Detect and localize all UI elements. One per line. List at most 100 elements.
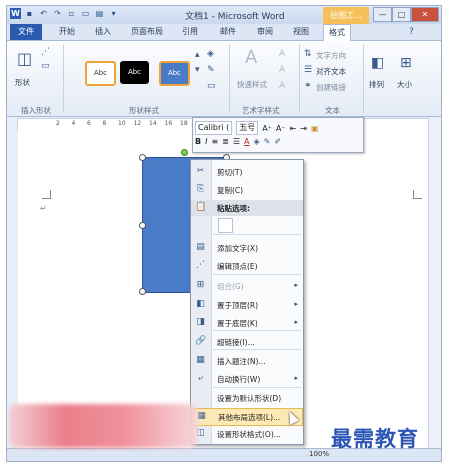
shape-effects-icon[interactable]: ▭: [207, 81, 216, 91]
zoom-level[interactable]: 100%: [309, 450, 329, 458]
scroll-down-icon[interactable]: ▾: [195, 65, 200, 75]
context-menu-item[interactable]: ◨ 置于底层(K) ▸: [191, 315, 303, 331]
scroll-up-icon[interactable]: ▴: [195, 50, 200, 60]
decrease-indent-icon[interactable]: ⇤: [290, 124, 297, 133]
shapes-label[interactable]: 形状: [15, 77, 30, 88]
font-color-icon[interactable]: A: [244, 137, 249, 146]
menu-item-label: 超链接(I)...: [217, 338, 255, 347]
tab-page-layout[interactable]: 页面布局: [131, 26, 163, 37]
context-menu-item[interactable]: ⎘ 复制(C): [191, 182, 303, 198]
close-button[interactable]: ✕: [411, 7, 439, 22]
shrink-font-icon[interactable]: A⁻: [276, 124, 286, 133]
menu-item-icon: ▤: [196, 242, 205, 252]
help-icon[interactable]: ?: [409, 27, 414, 37]
word-logo-icon[interactable]: W: [10, 8, 21, 19]
menu-item-label: 置于顶层(R): [217, 301, 259, 310]
text-direction-label[interactable]: 文字方向: [316, 50, 346, 61]
open-icon[interactable]: ▭: [80, 8, 91, 19]
quick-styles-label[interactable]: 快速样式: [237, 79, 267, 90]
context-menu-item[interactable]: ⋰ 编辑顶点(E): [191, 258, 303, 274]
tab-format[interactable]: 格式: [323, 24, 351, 41]
brush-icon[interactable]: ✐: [274, 137, 281, 146]
size-icon[interactable]: ⊞: [400, 55, 412, 71]
outline-icon[interactable]: ✎: [264, 137, 271, 146]
menu-item-label: 剪切(T): [217, 168, 243, 177]
menu-separator: [213, 234, 301, 235]
font-name-box[interactable]: Calibri (: [195, 121, 233, 135]
resize-handle[interactable]: [139, 288, 146, 295]
quick-print-icon[interactable]: ▤: [94, 8, 105, 19]
context-menu-item[interactable]: ▤ 添加文字(X): [191, 240, 303, 256]
text-effects-icon[interactable]: A: [279, 81, 285, 91]
create-link-icon[interactable]: ⚭: [304, 81, 312, 91]
menu-separator: [213, 349, 301, 350]
menu-item-icon: 🔗: [195, 336, 207, 346]
tab-mailings[interactable]: 邮件: [220, 26, 236, 37]
menu-item-icon: ⎘: [196, 184, 205, 194]
resize-handle[interactable]: [139, 154, 146, 161]
format-painter-icon[interactable]: ▣: [311, 124, 319, 133]
shape-style-swatch-2[interactable]: Abc: [120, 61, 149, 84]
edit-shape-icon[interactable]: ⋰: [41, 47, 50, 57]
ruler-tick-label: 16: [164, 120, 173, 127]
tab-view[interactable]: 视图: [293, 26, 309, 37]
context-menu-item[interactable]: ◫ 设置形状格式(O)...: [191, 426, 303, 442]
tab-file[interactable]: 文件: [10, 24, 42, 40]
undo-icon[interactable]: ↶: [38, 8, 49, 19]
ribbon-tabs: 文件 开始 插入 页面布局 引用 邮件 审阅 视图 格式 ?: [7, 24, 441, 41]
size-label[interactable]: 大小: [397, 79, 412, 90]
align-icon[interactable]: ≡: [211, 137, 218, 146]
text-group-label: 文本: [325, 106, 340, 115]
menu-item-label: 其他布局选项(L)...: [218, 413, 281, 422]
shapes-icon[interactable]: ◫: [17, 49, 32, 68]
increase-indent-icon[interactable]: ⇥: [300, 124, 307, 133]
new-doc-icon[interactable]: ▫: [66, 8, 77, 19]
italic-button[interactable]: I: [205, 137, 207, 146]
grow-font-icon[interactable]: A⁺: [262, 124, 272, 133]
align-text-icon[interactable]: ☰: [304, 65, 312, 75]
context-menu-item[interactable]: ▦ 插入题注(N)...: [191, 353, 303, 369]
wordart-quick-style-icon[interactable]: A: [245, 47, 257, 68]
menu-item-icon: 📋: [195, 202, 207, 212]
text-fill-icon[interactable]: A: [279, 49, 285, 59]
context-menu-item[interactable]: ✂ 剪切(T): [191, 164, 303, 180]
vertical-scrollbar[interactable]: [428, 118, 441, 448]
minimize-button[interactable]: —: [373, 7, 392, 22]
shape-style-swatch-3[interactable]: Abc: [159, 61, 190, 86]
bold-button[interactable]: B: [195, 137, 201, 146]
shape-style-swatch-1[interactable]: Abc: [85, 61, 116, 86]
draw-textbox-icon[interactable]: ▭: [41, 61, 50, 71]
save-icon[interactable]: ▪: [24, 8, 35, 19]
context-menu-item[interactable]: ◧ 置于顶层(R) ▸: [191, 297, 303, 313]
tab-home[interactable]: 开始: [59, 26, 75, 37]
maximize-button[interactable]: □: [392, 7, 411, 22]
shape-outline-icon[interactable]: ✎: [207, 65, 215, 75]
vertical-ruler[interactable]: [7, 130, 16, 448]
arrange-icon[interactable]: ◧: [371, 55, 384, 71]
fill-icon[interactable]: ◈: [254, 137, 260, 146]
tab-review[interactable]: 审阅: [257, 26, 273, 37]
align-text-label[interactable]: 对齐文本: [316, 66, 346, 77]
redo-icon[interactable]: ↷: [52, 8, 63, 19]
tab-insert[interactable]: 插入: [95, 26, 111, 37]
center-icon[interactable]: ≣: [222, 137, 229, 146]
menu-item-label: 设置为默认形状(D): [217, 394, 282, 403]
context-menu-item[interactable]: 🔗 超链接(I)...: [191, 334, 303, 350]
shape-fill-icon[interactable]: ◈: [207, 49, 214, 59]
arrange-label[interactable]: 排列: [369, 79, 384, 90]
resize-handle[interactable]: [139, 222, 146, 229]
font-size-box[interactable]: 五号: [236, 121, 259, 135]
context-menu-item[interactable]: ⤶ 自动换行(W) ▸: [191, 371, 303, 387]
create-link-label[interactable]: 创建链接: [316, 82, 346, 93]
context-menu-item[interactable]: ⊞ 组合(G) ▸: [191, 278, 303, 294]
tab-references[interactable]: 引用: [182, 26, 198, 37]
text-outline-icon[interactable]: A: [279, 65, 285, 75]
submenu-arrow-icon: ▸: [294, 300, 298, 308]
justify-icon[interactable]: ☰: [233, 137, 240, 146]
rotation-handle[interactable]: [181, 149, 188, 156]
paste-option-keep-source[interactable]: [218, 218, 233, 233]
ruler-tick-label: 12: [133, 120, 142, 127]
context-menu-item[interactable]: 设置为默认形状(D): [191, 390, 303, 406]
text-direction-icon[interactable]: ⇅: [304, 49, 312, 59]
dropdown-icon[interactable]: ▾: [108, 8, 119, 19]
